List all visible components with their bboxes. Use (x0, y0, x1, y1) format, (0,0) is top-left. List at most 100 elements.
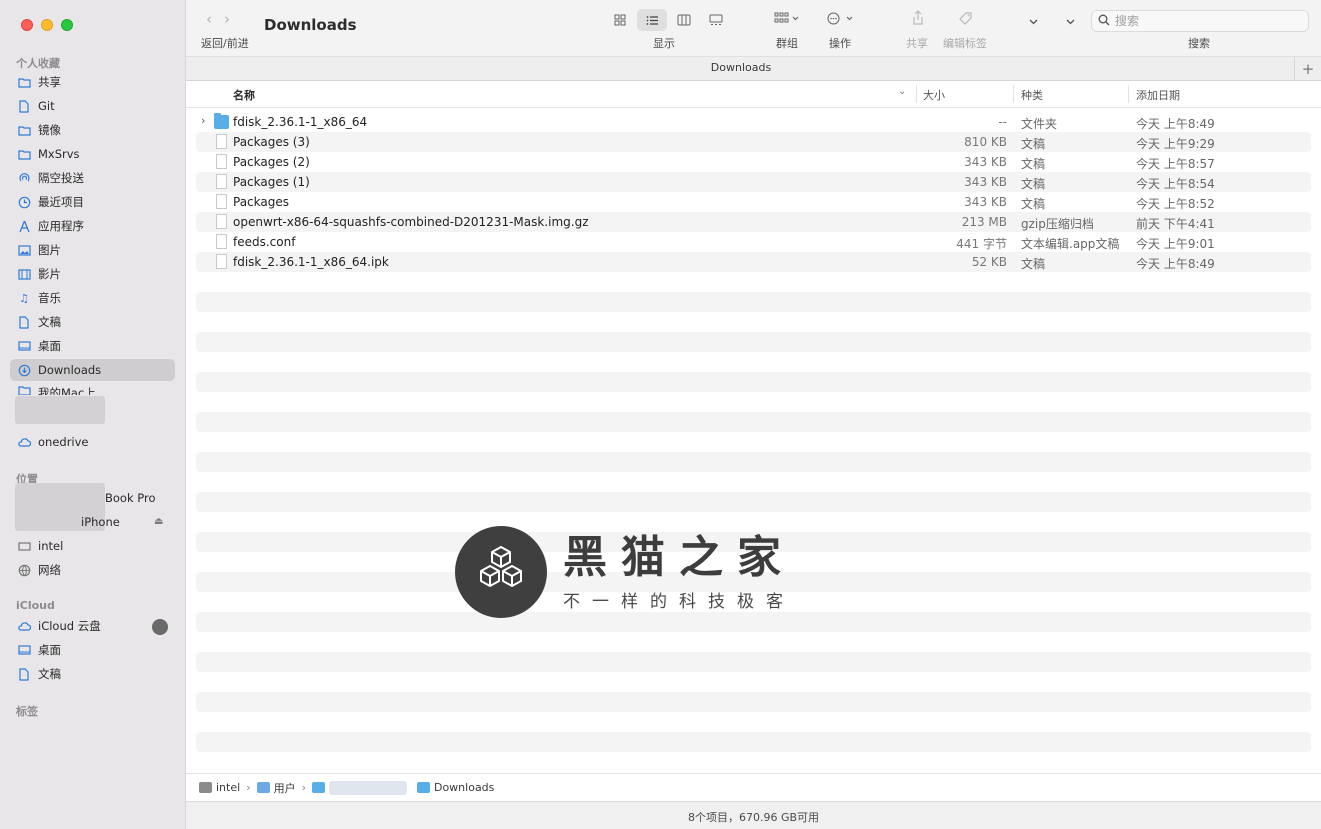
column-divider[interactable] (1013, 85, 1014, 103)
close-button[interactable] (21, 19, 33, 31)
search-field[interactable] (1091, 10, 1309, 32)
path-segment-intel[interactable]: intel (199, 781, 240, 794)
table-row[interactable]: openwrt-x86-64-squashfs-combined-D201231… (196, 212, 1311, 232)
document-icon (216, 194, 227, 209)
icloud-heading: iCloud (16, 599, 55, 612)
search-input[interactable] (1115, 14, 1295, 28)
path-label: intel (216, 781, 241, 794)
edit-tags-button[interactable] (958, 11, 973, 29)
column-name-header[interactable]: 名称 (233, 87, 255, 103)
disclosure-chevron-icon[interactable]: › (201, 114, 205, 127)
sidebar-item-pictures[interactable]: 图片 (10, 239, 175, 261)
sidebar-item-label: Book Pro (105, 491, 156, 505)
share-icon (913, 10, 923, 25)
sidebar-item-applications[interactable]: 应用程序 (10, 215, 175, 237)
column-kind-header[interactable]: 种类 (1021, 87, 1043, 103)
sidebar-item-macbook[interactable]: Book Pro (98, 487, 178, 509)
sidebar-item-downloads[interactable]: Downloads (10, 359, 175, 381)
sidebar-item-documents[interactable]: 文稿 (10, 311, 175, 333)
cloud-icon (17, 435, 31, 449)
sidebar-item-icloud-documents[interactable]: 文稿 (10, 663, 175, 685)
tags-label: 编辑标签 (943, 37, 987, 50)
file-name: Packages (1) (233, 175, 310, 189)
sidebar-item-label: onedrive (38, 435, 89, 449)
file-date: 今天 上午9:01 (1136, 237, 1215, 251)
sidebar-item-on-my-mac[interactable]: 我的Mac上 (10, 383, 175, 395)
zoom-button[interactable] (61, 19, 73, 31)
sidebar-item-iphone[interactable]: iPhone (74, 511, 154, 533)
sidebar-item-intel[interactable]: intel (10, 535, 175, 557)
document-icon (17, 315, 31, 329)
sidebar-item-label: 图片 (38, 243, 61, 257)
column-view-button[interactable] (669, 9, 699, 31)
back-icon[interactable]: ‹ (206, 10, 224, 28)
column-divider[interactable] (916, 85, 917, 103)
view-switcher (605, 9, 731, 31)
file-list: › fdisk_2.36.1-1_x86_64 -- 文件夹 今天 上午8:49… (196, 112, 1311, 272)
file-kind: 文稿 (1021, 157, 1046, 171)
file-name: openwrt-x86-64-squashfs-combined-D201231… (233, 215, 589, 229)
new-tab-button[interactable]: + (1294, 57, 1321, 80)
file-kind: 文稿 (1021, 257, 1046, 271)
forward-icon[interactable]: › (224, 10, 242, 28)
file-date: 今天 上午9:29 (1136, 137, 1215, 151)
sidebar-item-airdrop[interactable]: 隔空投送 (10, 167, 175, 189)
table-row[interactable]: feeds.conf 441 字节 文本编辑.app文稿 今天 上午9:01 (196, 232, 1311, 252)
sidebar-item-mxsrvs[interactable]: MxSrvs (10, 143, 175, 165)
sidebar-item-music[interactable]: ♫ 音乐 (10, 287, 175, 309)
file-size: 343 KB (964, 195, 1007, 209)
group-button[interactable] (774, 12, 800, 27)
table-row[interactable]: fdisk_2.36.1-1_x86_64.ipk 52 KB 文稿 今天 上午… (196, 252, 1311, 272)
sidebar-item-mirror[interactable]: 镜像 (10, 119, 175, 141)
eject-icon[interactable]: ⏏ (154, 516, 163, 527)
minimize-button[interactable] (41, 19, 53, 31)
sidebar-item-onedrive[interactable]: onedrive (10, 431, 175, 453)
list-icon (646, 15, 658, 25)
sidebar-item-icloud-desktop[interactable]: 桌面 (10, 639, 175, 661)
window-controls (21, 19, 73, 31)
column-divider[interactable] (1128, 85, 1129, 103)
photo-icon (17, 243, 31, 257)
more-dropdown-1[interactable] (1029, 14, 1038, 28)
share-button[interactable] (912, 10, 924, 28)
chevron-right-icon: › (246, 781, 251, 794)
sort-chevron-icon[interactable]: ⌄ (898, 86, 906, 97)
table-row[interactable]: Packages (2) 343 KB 文稿 今天 上午8:57 (196, 152, 1311, 172)
chevron-down-icon (1029, 19, 1038, 25)
path-segment-downloads[interactable]: Downloads (416, 781, 494, 794)
sidebar-item-shared[interactable]: 共享 (10, 71, 175, 93)
file-name: Packages (3) (233, 135, 310, 149)
more-dropdown-2[interactable] (1066, 14, 1075, 28)
column-size-header[interactable]: 大小 (923, 87, 945, 103)
file-size: 343 KB (964, 175, 1007, 189)
applications-icon (17, 219, 31, 233)
file-kind: 文稿 (1021, 197, 1046, 211)
list-view-button[interactable] (637, 9, 667, 31)
path-segment-users[interactable]: 用户 (256, 780, 296, 796)
sidebar-item-movies[interactable]: 影片 (10, 263, 175, 285)
table-row[interactable]: Packages 343 KB 文稿 今天 上午8:52 (196, 192, 1311, 212)
column-date-header[interactable]: 添加日期 (1136, 87, 1180, 103)
sidebar-item-recents[interactable]: 最近项目 (10, 191, 175, 213)
tags-heading: 标签 (16, 705, 38, 718)
film-icon (17, 267, 31, 281)
tab-downloads[interactable]: Downloads (186, 61, 1296, 74)
sidebar-item-label: MxSrvs (38, 147, 80, 161)
column-header: 名称 ⌄ 大小 种类 添加日期 (186, 81, 1321, 108)
table-row[interactable]: Packages (1) 343 KB 文稿 今天 上午8:54 (196, 172, 1311, 192)
cube-logo-icon (455, 526, 547, 618)
sidebar-item-git[interactable]: Git (10, 95, 175, 117)
sidebar-item-label: 镜像 (38, 123, 61, 137)
gallery-view-button[interactable] (701, 9, 731, 31)
table-row[interactable]: Packages (3) 810 KB 文稿 今天 上午9:29 (196, 132, 1311, 152)
path-segment-redacted[interactable] (311, 780, 417, 795)
sidebar-item-icloud-drive[interactable]: iCloud 云盘 (10, 615, 175, 637)
sidebar-item-desktop[interactable]: 桌面 (10, 335, 175, 357)
icon-view-button[interactable] (605, 9, 635, 31)
download-icon (17, 363, 31, 377)
sidebar-item-network[interactable]: 网络 (10, 559, 175, 581)
table-row[interactable]: › fdisk_2.36.1-1_x86_64 -- 文件夹 今天 上午8:49 (196, 112, 1311, 132)
action-button[interactable] (827, 12, 855, 28)
sidebar-item-label: 最近项目 (38, 195, 84, 209)
sidebar: 个人收藏 共享 Git 镜像 MxSrvs 隔空投送 最近项目 应用程序 图片 … (0, 0, 186, 829)
